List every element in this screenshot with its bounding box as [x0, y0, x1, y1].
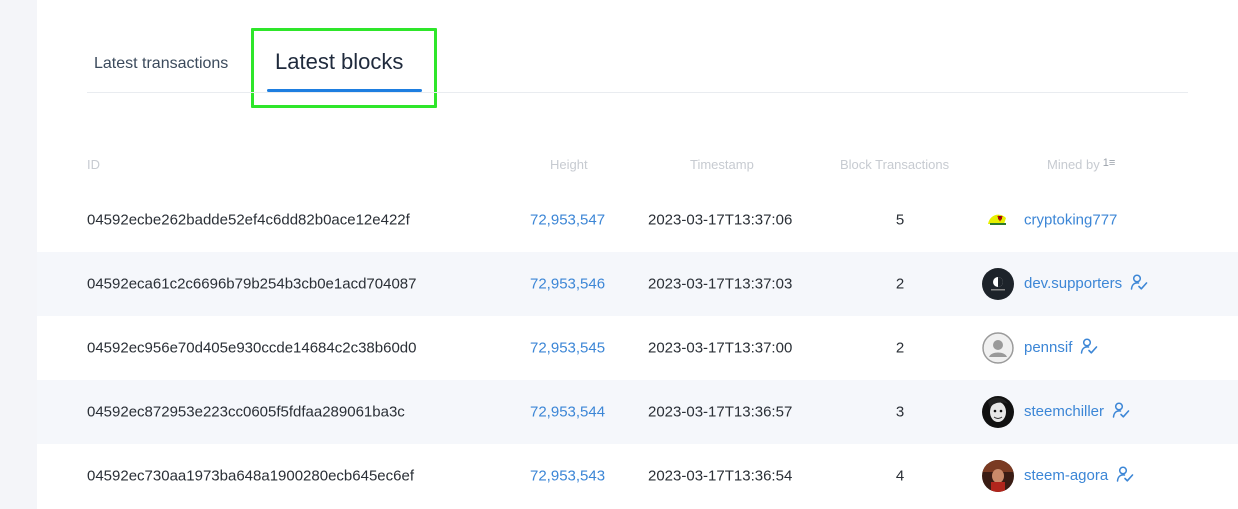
tab-latest-blocks[interactable]: Latest blocks	[251, 28, 437, 108]
block-timestamp: 2023-03-17T13:37:03	[648, 275, 793, 293]
block-id: 04592ecbe262badde52ef4c6dd82b0ace12e422f	[87, 211, 410, 229]
table-row: 04592ec872953e223cc0605f5fdfaa289061ba3c…	[37, 380, 1238, 444]
block-timestamp: 2023-03-17T13:36:57	[648, 403, 793, 421]
block-id: 04592ec730aa1973ba648a1900280ecb645ec6ef	[87, 467, 414, 485]
block-height-link[interactable]: 72,953,547	[530, 212, 605, 229]
block-timestamp: 2023-03-17T13:37:00	[648, 339, 793, 357]
header-height: Height	[550, 157, 588, 172]
block-transaction-count: 4	[895, 467, 905, 485]
verified-witness-icon[interactable]	[1116, 465, 1134, 487]
default-user-avatar[interactable]	[982, 332, 1014, 364]
verified-witness-icon[interactable]	[1112, 401, 1130, 423]
header-mined-by[interactable]: Mined by 1≡	[1047, 157, 1115, 172]
table-row: 04592ecbe262badde52ef4c6dd82b0ace12e422f…	[37, 188, 1238, 252]
tabs-divider	[87, 92, 1188, 93]
verified-witness-icon[interactable]	[1080, 337, 1098, 359]
block-timestamp: 2023-03-17T13:36:54	[648, 467, 793, 485]
block-transaction-count: 5	[895, 211, 905, 229]
verified-witness-icon[interactable]	[1130, 273, 1148, 295]
block-transaction-count: 3	[895, 403, 905, 421]
miner-cell: pennsif	[1024, 337, 1098, 359]
dark-logo-avatar[interactable]	[982, 268, 1014, 300]
tab-latest-blocks-label: Latest blocks	[275, 49, 404, 74]
miner-cell: dev.supporters	[1024, 273, 1148, 295]
miner-link[interactable]: steemchiller	[1024, 403, 1104, 420]
sort-icon[interactable]: 1≡	[1103, 157, 1116, 169]
block-height-link[interactable]: 72,953,543	[530, 468, 605, 485]
block-timestamp: 2023-03-17T13:37:06	[648, 211, 793, 229]
block-transaction-count: 2	[895, 339, 905, 357]
miner-link[interactable]: steem-agora	[1024, 467, 1108, 484]
miner-cell: cryptoking777	[1024, 212, 1117, 229]
header-mined-by-label: Mined by	[1047, 157, 1100, 172]
header-block-transactions: Block Transactions	[840, 157, 950, 172]
miner-cell: steemchiller	[1024, 401, 1130, 423]
block-id: 04592eca61c2c6696b79b254b3cb0e1acd704087	[87, 275, 417, 293]
block-id: 04592ec872953e223cc0605f5fdfaa289061ba3c	[87, 403, 405, 421]
miner-link[interactable]: cryptoking777	[1024, 212, 1117, 229]
miner-link[interactable]: pennsif	[1024, 339, 1072, 356]
table-row: 04592ec730aa1973ba648a1900280ecb645ec6ef…	[37, 444, 1238, 508]
miner-cell: steem-agora	[1024, 465, 1134, 487]
bw-portrait-avatar[interactable]	[982, 396, 1014, 428]
table-row: 04592ec956e70d405e930ccde14684c2c38b60d0…	[37, 316, 1238, 380]
header-timestamp: Timestamp	[690, 157, 754, 172]
bird-avatar[interactable]	[982, 204, 1014, 236]
block-transaction-count: 2	[895, 275, 905, 293]
table-row: 04592eca61c2c6696b79b254b3cb0e1acd704087…	[37, 252, 1238, 316]
block-height-link[interactable]: 72,953,544	[530, 404, 605, 421]
block-id: 04592ec956e70d405e930ccde14684c2c38b60d0	[87, 339, 417, 357]
block-height-link[interactable]: 72,953,545	[530, 340, 605, 357]
red-photo-avatar[interactable]	[982, 460, 1014, 492]
block-height-link[interactable]: 72,953,546	[530, 276, 605, 293]
tab-latest-transactions[interactable]: Latest transactions	[94, 55, 228, 73]
header-id: ID	[87, 157, 100, 172]
miner-link[interactable]: dev.supporters	[1024, 275, 1122, 292]
